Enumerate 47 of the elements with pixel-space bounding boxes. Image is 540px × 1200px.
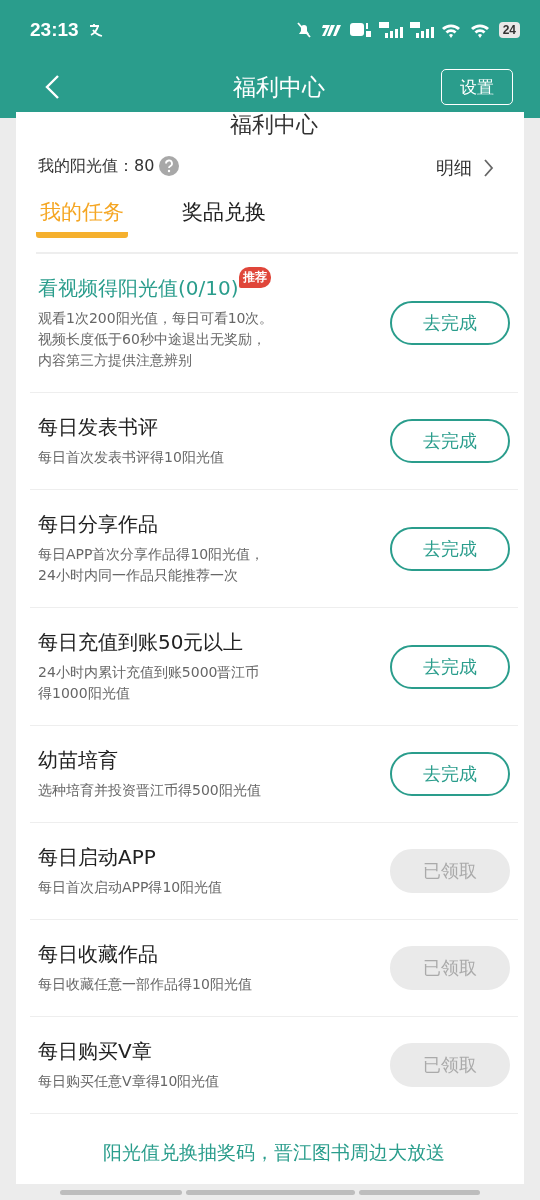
- details-link[interactable]: 明细: [436, 156, 494, 180]
- help-icon: [158, 155, 181, 177]
- chevron-right-icon: [484, 159, 494, 177]
- task-description: 每日购买任意V章得10阳光值: [38, 1072, 220, 1091]
- task-title: 每日购买V章: [38, 1038, 152, 1065]
- claimed-button[interactable]: 已领取: [390, 1043, 510, 1087]
- task-title: 幼苗培育: [38, 747, 118, 774]
- signal-icon: [409, 21, 434, 39]
- hd-icon: [349, 21, 372, 39]
- task-description: 每日收藏任意一部作品得10阳光值: [38, 975, 252, 994]
- complete-button[interactable]: 去完成: [390, 526, 510, 571]
- task-description: 每日首次发表书评得10阳光值: [38, 448, 224, 467]
- signal-icon: [378, 21, 403, 39]
- complete-button[interactable]: 去完成: [390, 752, 510, 796]
- task-description: 24小时内同一作品只能推荐一次: [38, 566, 239, 585]
- wifi-icon: [440, 21, 463, 39]
- task-title: 每日发表书评: [38, 414, 158, 441]
- complete-button[interactable]: 去完成: [390, 419, 510, 463]
- task-title: 每日分享作品: [38, 511, 158, 538]
- task-description: 24小时内累计充值到账5000晋江币: [38, 663, 260, 682]
- recommend-badge: 推荐: [238, 267, 271, 288]
- card-title: 福利中心: [229, 112, 319, 138]
- claimed-button[interactable]: 已领取: [390, 849, 510, 893]
- page-title: 福利中心: [231, 72, 326, 102]
- task-description: 每日APP首次分享作品得10阳光值，: [38, 545, 265, 564]
- claimed-button[interactable]: 已领取: [390, 946, 510, 990]
- task-title: 每日充值到账50元以上: [38, 629, 244, 656]
- task-title: 每日启动APP: [38, 844, 156, 871]
- task-description: 视频长度低于60秒中途退出无奖励，: [38, 330, 267, 349]
- task-title: 每日收藏作品: [38, 941, 158, 968]
- tab[interactable]: 奖品兑换: [178, 194, 270, 238]
- promo-text: 阳光值兑换抽奖码，晋江图书周边大放送: [102, 1140, 446, 1165]
- settings-button[interactable]: 设置: [441, 69, 513, 105]
- task-description: 得1000阳光值: [38, 684, 131, 703]
- wifi-icon: [469, 21, 492, 39]
- task-title: 看视频得阳光值(0/10): [38, 275, 239, 302]
- complete-button[interactable]: 去完成: [390, 301, 510, 345]
- sunshine-value: 我的阳光值：80: [38, 155, 155, 177]
- task-description: 每日首次启动APP得10阳光值: [38, 878, 223, 897]
- mute-bell-icon: [295, 21, 312, 39]
- task-description: 选种培育并投资晋江币得500阳光值: [38, 781, 261, 800]
- task-description: 内容第三方提供注意辨别: [38, 351, 193, 370]
- battery-indicator: 24: [498, 22, 520, 38]
- status-time: 23:13: [30, 19, 79, 41]
- complete-button[interactable]: 去完成: [390, 644, 510, 689]
- tab[interactable]: 我的任务: [36, 194, 128, 238]
- task-description: 观看1次200阳光值，每日可看10次。: [38, 309, 274, 328]
